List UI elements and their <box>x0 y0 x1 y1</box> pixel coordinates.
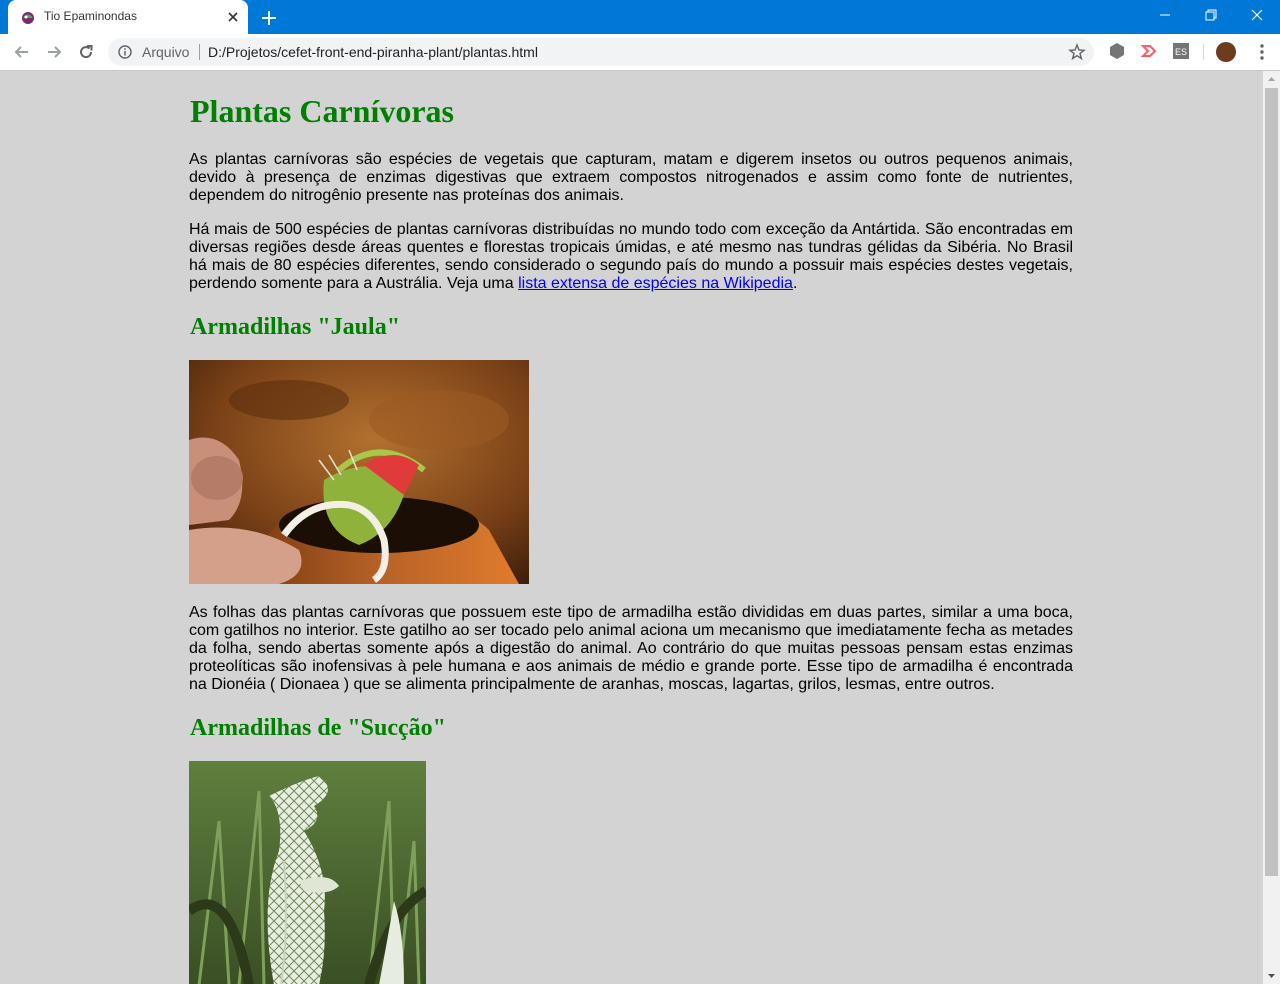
restore-window-icon[interactable] <box>1188 0 1234 30</box>
page-viewport: Plantas Carnívoras As plantas carnívoras… <box>0 71 1263 984</box>
minimize-window-icon[interactable] <box>1142 0 1188 30</box>
extension-es-icon[interactable]: ES <box>1172 42 1190 60</box>
browser-toolbar: Arquivo D:/Projetos/cefet-front-end-pira… <box>0 34 1280 71</box>
svg-text:ES: ES <box>1175 47 1187 57</box>
distribution-text-end: . <box>792 275 798 292</box>
vertical-scrollbar[interactable] <box>1263 71 1280 984</box>
browser-tab[interactable]: Tio Epaminondas <box>8 0 248 34</box>
close-window-icon[interactable] <box>1234 0 1280 30</box>
scrollbar-thumb[interactable] <box>1265 88 1278 876</box>
pitcher-plant-image <box>189 761 426 984</box>
wikipedia-species-link[interactable]: lista extensa de espécies na Wikipedia <box>518 275 793 292</box>
new-tab-plus-icon[interactable] <box>258 7 280 29</box>
intro-paragraph: As plantas carnívoras são espécies de ve… <box>189 151 1073 204</box>
toolbar-divider <box>1203 44 1204 60</box>
info-icon[interactable] <box>118 45 132 59</box>
address-bar[interactable]: Arquivo D:/Projetos/cefet-front-end-pira… <box>108 38 1094 66</box>
page-title: Plantas Carnívoras <box>190 93 454 129</box>
menu-dots-icon[interactable] <box>1252 42 1272 62</box>
venus-flytrap-image <box>189 360 529 584</box>
plant-favicon-icon <box>22 12 34 24</box>
extension-arrow-icon[interactable] <box>1140 42 1158 60</box>
forward-arrow-icon[interactable] <box>44 42 64 62</box>
back-arrow-icon[interactable] <box>12 42 32 62</box>
scroll-down-arrow-icon[interactable] <box>1263 967 1280 984</box>
scroll-up-arrow-icon[interactable] <box>1263 71 1280 88</box>
bookmark-star-icon[interactable] <box>1068 43 1086 61</box>
distribution-paragraph: Há mais de 500 espécies de plantas carní… <box>189 221 1073 293</box>
close-tab-icon[interactable] <box>224 8 242 26</box>
address-divider <box>199 44 200 60</box>
url-text[interactable]: D:/Projetos/cefet-front-end-piranha-plan… <box>208 44 538 60</box>
profile-avatar[interactable] <box>1216 42 1236 62</box>
extension-hexagon-icon[interactable] <box>1108 42 1126 60</box>
jaula-paragraph: As folhas das plantas carnívoras que pos… <box>189 604 1073 693</box>
browser-title-bar: Tio Epaminondas <box>0 0 1280 34</box>
section-heading-succao: Armadilhas de "Sucção" <box>190 715 446 741</box>
reload-icon[interactable] <box>76 42 96 62</box>
scheme-label: Arquivo <box>142 44 190 60</box>
section-heading-jaula: Armadilhas "Jaula" <box>190 314 401 340</box>
tab-title: Tio Epaminondas <box>44 9 137 23</box>
